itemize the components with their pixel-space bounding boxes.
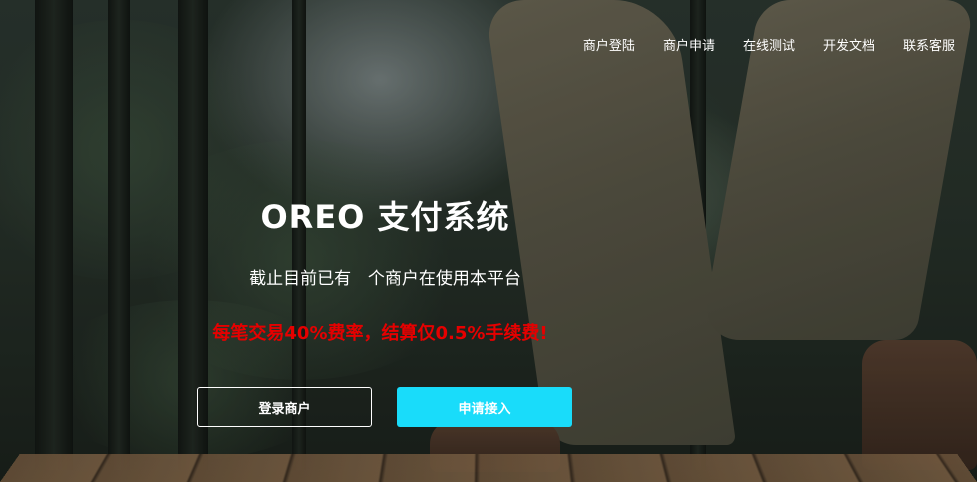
login-merchant-button[interactable]: 登录商户: [197, 387, 372, 427]
subtitle-prefix: 截止目前已有: [249, 269, 351, 289]
nav-merchant-login[interactable]: 商户登陆: [583, 35, 635, 54]
nav-merchant-apply[interactable]: 商户申请: [663, 35, 715, 54]
nav-contact-support[interactable]: 联系客服: [903, 35, 955, 54]
hero-subtitle: 截止目前已有 个商户在使用本平台: [0, 264, 770, 289]
hero-title: OREO 支付系统: [0, 192, 770, 238]
promo-text: 每笔交易40%费率，结算仅0.5%手续费!: [0, 319, 760, 345]
nav-online-test[interactable]: 在线测试: [743, 35, 795, 54]
top-navigation: 商户登陆 商户申请 在线测试 开发文档 联系客服: [583, 35, 955, 54]
nav-dev-docs[interactable]: 开发文档: [823, 35, 875, 54]
apply-access-button[interactable]: 申请接入: [397, 387, 572, 427]
subtitle-suffix: 个商户在使用本平台: [368, 269, 521, 289]
